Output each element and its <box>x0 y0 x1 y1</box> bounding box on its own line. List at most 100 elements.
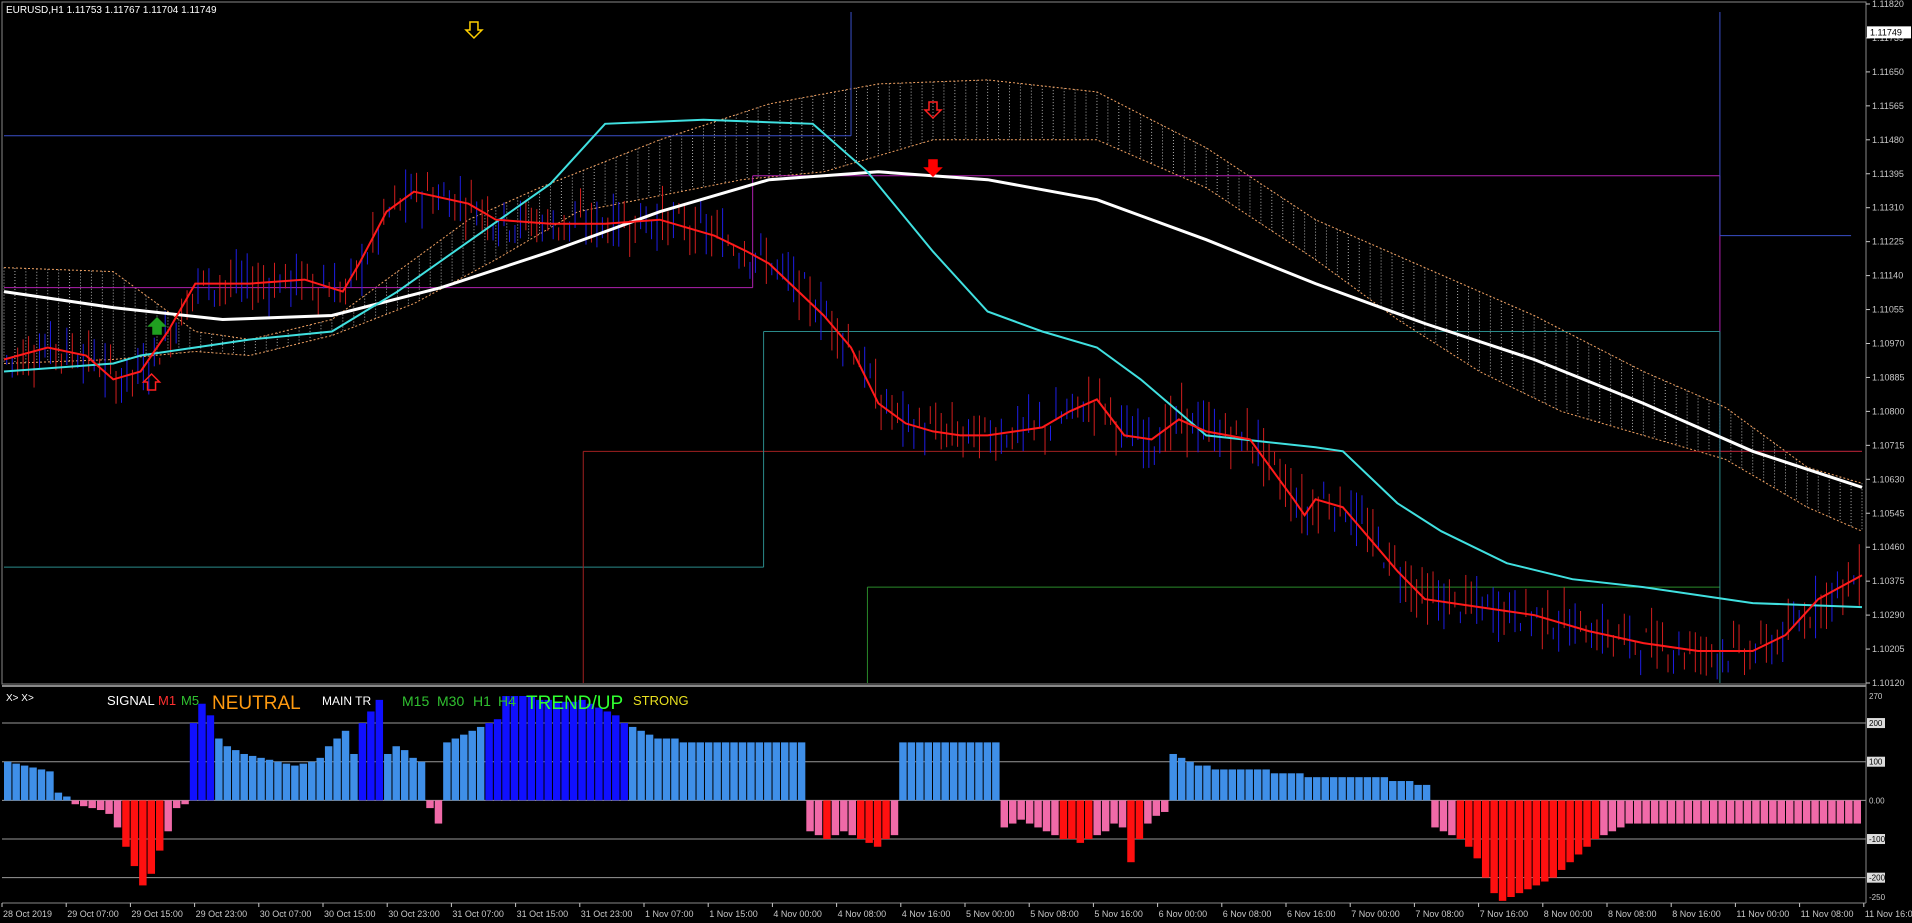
histogram-bar <box>1296 773 1304 801</box>
histogram-bar <box>181 800 189 805</box>
histogram-bar <box>873 800 882 847</box>
histogram-bar <box>139 800 147 886</box>
histogram-bar <box>232 750 240 801</box>
histogram-bar <box>612 715 620 801</box>
histogram-bar <box>350 753 358 801</box>
time-tick-label: 11 Nov 16:00 <box>1865 909 1912 919</box>
histogram-bar <box>1743 800 1752 824</box>
trend-tf-m15: M15 <box>402 693 429 709</box>
histogram-bar <box>493 719 502 801</box>
time-tick-label: 4 Nov 16:00 <box>902 909 951 919</box>
histogram-bar <box>63 796 71 801</box>
histogram-bar <box>569 701 578 801</box>
histogram-bar <box>1405 781 1414 801</box>
histogram-bar <box>1701 800 1709 824</box>
histogram-bar <box>1144 800 1152 824</box>
histogram-bar <box>730 742 738 801</box>
histogram-bar <box>172 800 181 809</box>
histogram-bar <box>1211 769 1220 801</box>
histogram-bar <box>384 753 392 801</box>
histogram-bar <box>1785 800 1794 824</box>
histogram-bar <box>443 742 451 801</box>
histogram-bar <box>1735 800 1743 824</box>
histogram-bar <box>1169 753 1177 801</box>
histogram-bar <box>797 742 806 801</box>
histogram-bar <box>1524 800 1532 890</box>
time-tick-label: 29 Oct 07:00 <box>67 909 119 919</box>
trend-state: TREND/UP <box>526 693 623 714</box>
time-tick-label: 8 Nov 00:00 <box>1544 909 1593 919</box>
price-tick-label: 1.10120 <box>1872 678 1905 688</box>
histogram-bar <box>595 707 603 801</box>
histogram-bar <box>1600 800 1608 836</box>
symbol-info: EURUSD,H1 1.11753 1.11767 1.11704 1.1174… <box>6 5 217 16</box>
histogram-bar <box>1203 765 1211 801</box>
histogram-bar <box>1684 800 1693 824</box>
histogram-bar <box>1836 800 1845 824</box>
histogram-bar <box>1194 765 1203 801</box>
price-tick-label: 1.11395 <box>1872 169 1904 179</box>
histogram-bar <box>468 730 476 801</box>
histogram-bar <box>1853 800 1861 824</box>
histogram-bar <box>1338 777 1346 801</box>
histogram-bar <box>400 750 409 801</box>
time-tick-label: 1 Nov 15:00 <box>709 909 758 919</box>
histogram-bar <box>1068 800 1076 840</box>
price-tick-label: 1.11055 <box>1872 305 1904 315</box>
histogram-bar <box>46 771 54 801</box>
histogram-bar <box>806 800 814 832</box>
histogram-bar <box>747 742 755 801</box>
signal-label: SIGNAL <box>107 693 155 708</box>
price-tick-label: 1.11565 <box>1872 101 1904 111</box>
histogram-bar <box>865 800 873 843</box>
price-tick-label: 1.11310 <box>1872 203 1904 213</box>
histogram-bar <box>1034 800 1042 828</box>
histogram-bar <box>1245 769 1253 801</box>
indicator-scale-label: 270 <box>1869 692 1883 701</box>
time-tick-label: 7 Nov 00:00 <box>1351 909 1400 919</box>
histogram-bar <box>1262 769 1270 801</box>
price-tick-label: 1.10460 <box>1872 542 1905 552</box>
histogram-bar <box>1101 800 1110 832</box>
histogram-bar <box>1828 800 1836 824</box>
histogram-bar <box>316 757 324 801</box>
histogram-bar <box>941 742 949 801</box>
histogram-bar <box>764 742 772 801</box>
histogram-bar <box>1481 800 1490 878</box>
histogram-bar <box>409 757 417 801</box>
histogram-bar <box>856 800 865 840</box>
indicator-toolbar[interactable]: X> X> <box>6 693 34 704</box>
price-tick-label: 1.10290 <box>1872 610 1905 620</box>
time-tick-label: 4 Nov 00:00 <box>773 909 822 919</box>
histogram-bar <box>704 742 713 801</box>
histogram-bar <box>586 703 595 801</box>
histogram-bar <box>561 701 569 801</box>
time-tick-label: 29 Oct 15:00 <box>131 909 183 919</box>
histogram-bar <box>1465 800 1473 847</box>
histogram-bar <box>789 742 797 801</box>
histogram-bar <box>510 696 519 801</box>
histogram-bar <box>1287 773 1296 801</box>
histogram-bar <box>1321 777 1329 801</box>
histogram-bar <box>1490 800 1498 894</box>
histogram-bar <box>831 800 840 836</box>
price-tick-label: 1.10545 <box>1872 508 1905 518</box>
histogram-bar <box>1059 800 1068 840</box>
price-tick-label: 1.10970 <box>1872 339 1905 349</box>
histogram-bar <box>882 800 890 840</box>
histogram-bar <box>1566 800 1574 863</box>
histogram-bar <box>299 763 308 801</box>
histogram-bar <box>1667 800 1676 824</box>
histogram-bar <box>156 800 164 851</box>
histogram-bar <box>1186 761 1194 801</box>
histogram-bar <box>1380 777 1389 801</box>
histogram-bar <box>1709 800 1718 824</box>
histogram-bar <box>1456 800 1465 840</box>
histogram-bar <box>12 763 20 801</box>
histogram-bar <box>1313 777 1321 801</box>
histogram-bar <box>37 769 46 801</box>
histogram-bar <box>1693 800 1701 824</box>
time-tick-label: 31 Oct 07:00 <box>452 909 504 919</box>
histogram-bar <box>933 742 941 801</box>
histogram-bar <box>1372 777 1380 801</box>
